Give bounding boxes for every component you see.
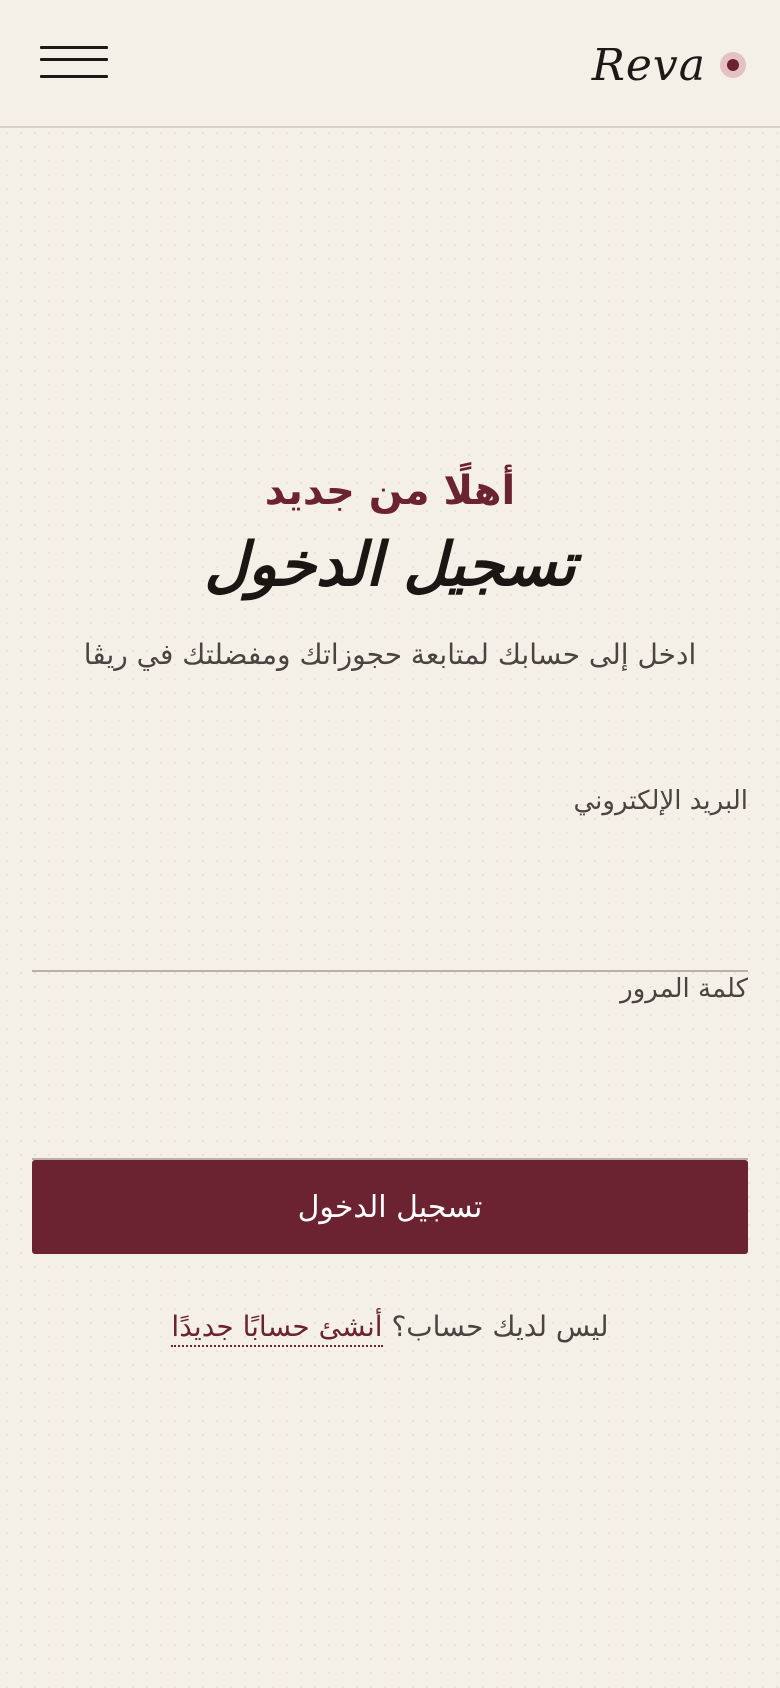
password-field[interactable] (32, 1104, 748, 1160)
app-header: Reva (0, 0, 780, 128)
create-account-link[interactable]: أنشئ حسابًا جديدًا (171, 1310, 383, 1347)
signup-row: ليس لديك حساب؟ أنشئ حسابًا جديدًا (0, 1310, 780, 1347)
hamburger-menu-icon[interactable] (38, 44, 110, 84)
page-subtitle: ادخل إلى حسابك لمتابعة حجوزاتك ومفضلتك ف… (83, 638, 697, 671)
brand-logo[interactable]: Reva (591, 39, 746, 91)
email-label: البريد الإلكتروني (573, 786, 748, 816)
welcome-eyebrow: أهلًا من جديد (264, 468, 516, 514)
menu-line (40, 46, 108, 49)
password-label: كلمة المرور (620, 974, 748, 1004)
signup-prompt: ليس لديك حساب؟ (391, 1310, 609, 1343)
email-field[interactable] (32, 916, 748, 972)
menu-line (40, 75, 108, 78)
login-button[interactable]: تسجيل الدخول (32, 1160, 748, 1254)
brand-name: Reva (591, 39, 706, 91)
menu-line (40, 58, 108, 61)
dot-logo-icon (720, 52, 746, 78)
page-title: تسجيل الدخول (204, 530, 576, 600)
